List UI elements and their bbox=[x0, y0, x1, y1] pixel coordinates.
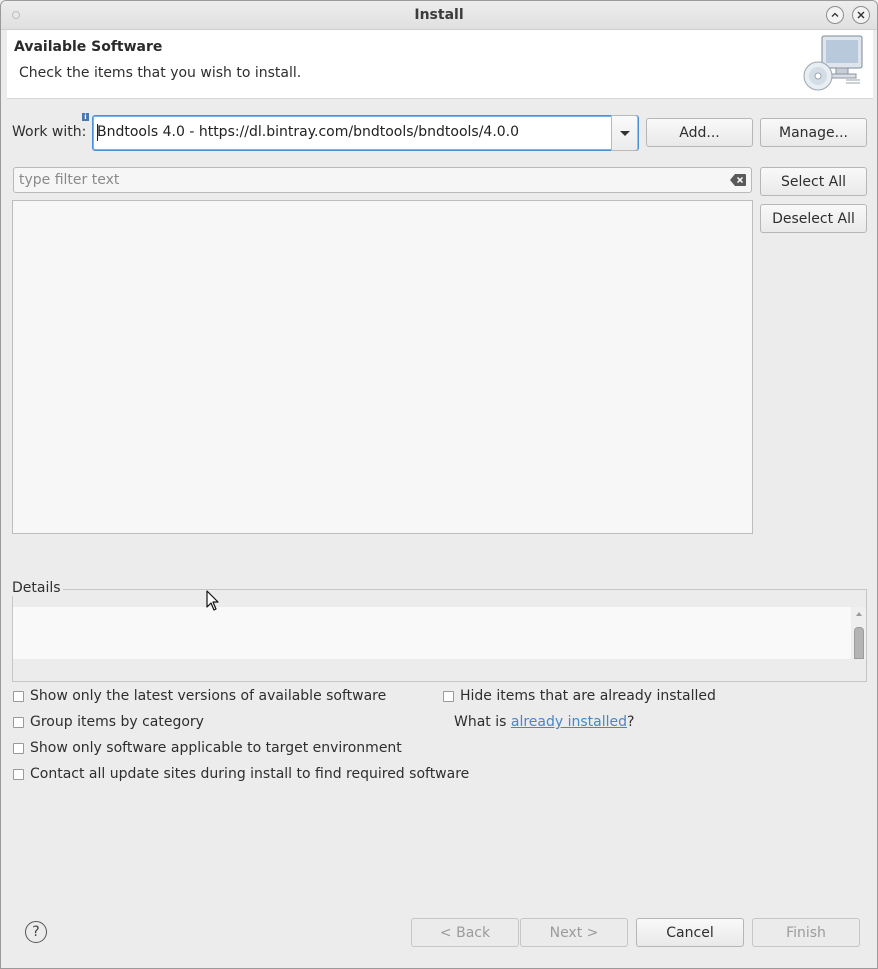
details-scrollbar[interactable] bbox=[852, 607, 866, 659]
work-with-label: Work with: bbox=[12, 124, 87, 140]
group-by-category-option[interactable]: Group items by category bbox=[13, 714, 433, 733]
page-title: Available Software bbox=[14, 39, 163, 55]
info-icon: i bbox=[82, 113, 89, 121]
hide-installed-label: Hide items that are already installed bbox=[460, 688, 716, 704]
filter-placeholder: type filter text bbox=[19, 172, 120, 188]
title-bar: Install bbox=[1, 1, 877, 30]
filter-input[interactable]: type filter text bbox=[13, 167, 752, 193]
help-icon[interactable]: ? bbox=[25, 921, 47, 943]
page-description: Check the items that you wish to install… bbox=[19, 65, 302, 81]
finish-button[interactable]: Finish bbox=[752, 918, 860, 947]
back-button[interactable]: < Back bbox=[411, 918, 519, 947]
cancel-button[interactable]: Cancel bbox=[636, 918, 744, 947]
latest-versions-checkbox[interactable] bbox=[13, 691, 24, 702]
details-label: Details bbox=[12, 580, 63, 596]
manage-sites-button[interactable]: Manage... bbox=[760, 118, 867, 147]
contact-update-sites-option[interactable]: Contact all update sites during install … bbox=[13, 766, 469, 785]
mouse-pointer-icon bbox=[206, 590, 220, 616]
work-with-dropdown-button[interactable] bbox=[611, 115, 638, 151]
wizard-banner: Available Software Check the items that … bbox=[7, 30, 873, 99]
computer-cd-icon bbox=[802, 34, 866, 94]
available-software-tree[interactable] bbox=[12, 200, 753, 534]
close-icon[interactable] bbox=[852, 6, 870, 24]
add-site-button[interactable]: Add... bbox=[646, 118, 753, 147]
window-title: Install bbox=[414, 7, 464, 23]
already-installed-text: What is already installed? bbox=[454, 714, 634, 730]
clear-filter-icon[interactable] bbox=[730, 174, 746, 186]
group-by-category-label: Group items by category bbox=[30, 714, 204, 730]
what-is-suffix: ? bbox=[627, 714, 635, 730]
text-cursor bbox=[97, 124, 98, 141]
next-button[interactable]: Next > bbox=[520, 918, 628, 947]
scroll-up-icon[interactable] bbox=[856, 612, 862, 616]
minimize-icon[interactable] bbox=[826, 6, 844, 24]
what-is-prefix: What is bbox=[454, 714, 511, 730]
target-environment-label: Show only software applicable to target … bbox=[30, 740, 402, 756]
hide-installed-checkbox[interactable] bbox=[443, 691, 454, 702]
deselect-all-button[interactable]: Deselect All bbox=[760, 204, 867, 233]
install-dialog: Install Available Software Check the ite… bbox=[0, 0, 878, 969]
work-with-combo[interactable]: Bndtools 4.0 - https://dl.bintray.com/bn… bbox=[92, 115, 639, 151]
select-all-button[interactable]: Select All bbox=[760, 167, 867, 196]
chevron-down-icon bbox=[620, 131, 630, 136]
contact-update-sites-label: Contact all update sites during install … bbox=[30, 766, 470, 782]
target-environment-option[interactable]: Show only software applicable to target … bbox=[13, 740, 433, 759]
latest-versions-label: Show only the latest versions of availab… bbox=[30, 688, 387, 704]
scroll-thumb[interactable] bbox=[854, 627, 864, 659]
already-installed-link[interactable]: already installed bbox=[511, 714, 627, 730]
details-text-area[interactable] bbox=[13, 607, 851, 659]
work-with-value: Bndtools 4.0 - https://dl.bintray.com/bn… bbox=[97, 124, 520, 140]
group-by-category-checkbox[interactable] bbox=[13, 717, 24, 728]
contact-update-sites-checkbox[interactable] bbox=[13, 769, 24, 780]
latest-versions-option[interactable]: Show only the latest versions of availab… bbox=[13, 688, 433, 707]
hide-installed-option[interactable]: Hide items that are already installed bbox=[443, 688, 743, 707]
target-environment-checkbox[interactable] bbox=[13, 743, 24, 754]
